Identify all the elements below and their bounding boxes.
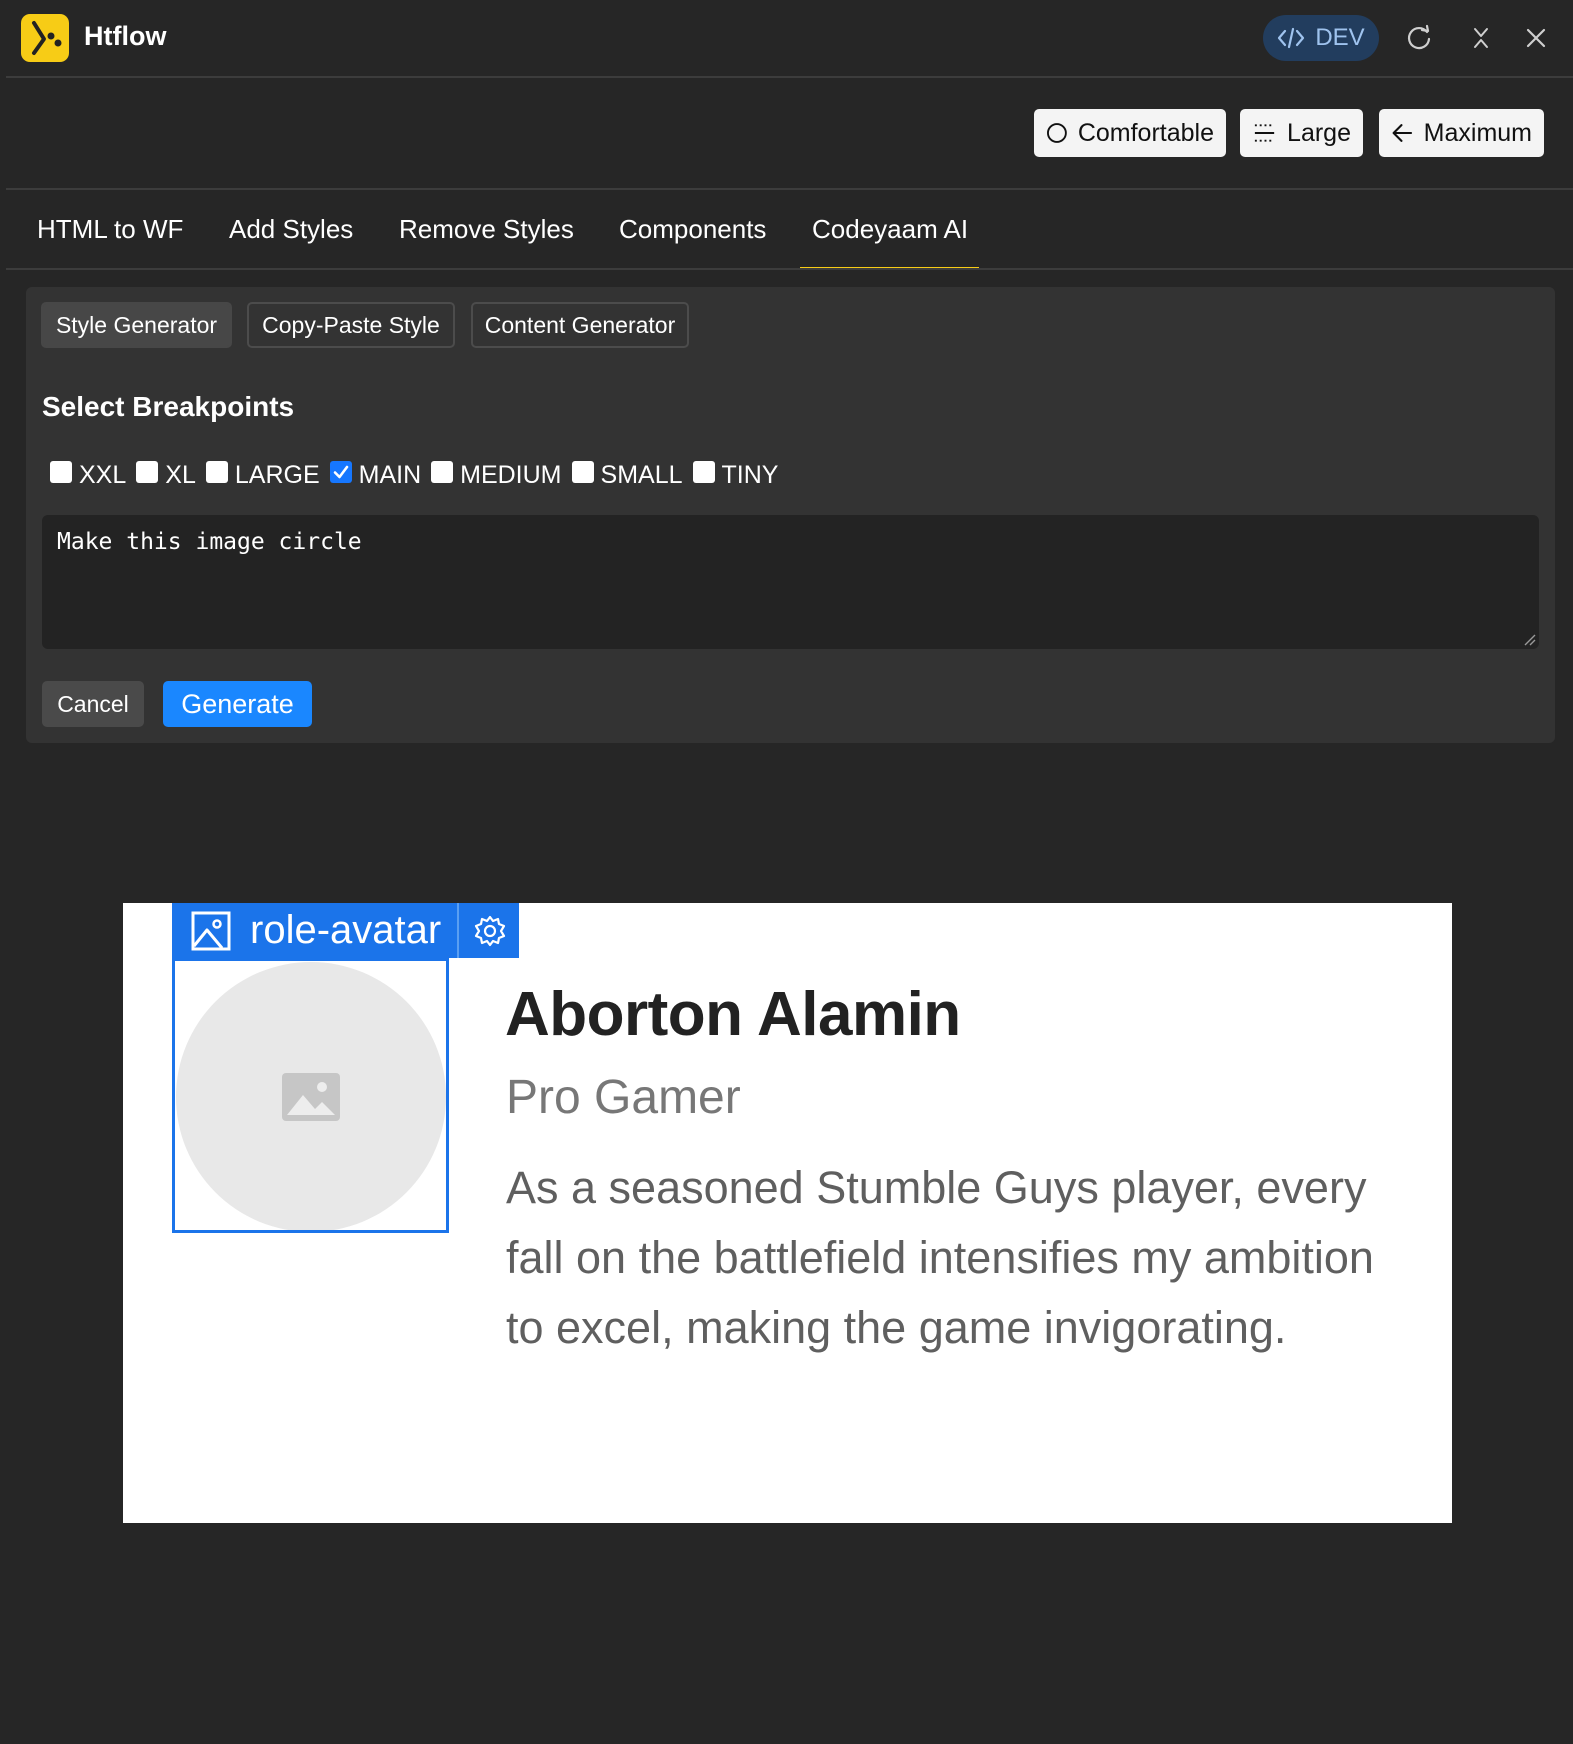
- code-icon: [1278, 27, 1305, 49]
- breakpoint-main-label: MAIN: [358, 460, 422, 489]
- close-button[interactable]: [1520, 22, 1552, 54]
- breakpoint-xl-checkbox[interactable]: [136, 461, 159, 483]
- cancel-button[interactable]: Cancel: [42, 681, 144, 727]
- element-settings-button[interactable]: [459, 914, 519, 948]
- subtab-content-generator[interactable]: Content Generator: [471, 302, 689, 348]
- breakpoints-heading: Select Breakpoints: [42, 391, 295, 422]
- subtab-style-generator[interactable]: Style Generator: [41, 302, 232, 348]
- breakpoint-medium-label: MEDIUM: [460, 460, 562, 489]
- maximum-size-button[interactable]: Maximum: [1379, 109, 1544, 157]
- generate-button[interactable]: Generate: [163, 681, 312, 727]
- tabs-divider: [6, 268, 1573, 270]
- comfortable-label: Comfortable: [1077, 118, 1214, 147]
- circle-icon: [1047, 123, 1067, 143]
- maximum-label: Maximum: [1423, 118, 1532, 147]
- codeyaam-ai-panel: Style Generator Copy-Paste Style Content…: [26, 287, 1555, 743]
- dev-mode-badge[interactable]: DEV: [1263, 15, 1379, 61]
- selected-element-tag[interactable]: role-avatar: [172, 903, 520, 958]
- comfortable-density-button[interactable]: Comfortable: [1034, 109, 1226, 157]
- breakpoint-tiny-checkbox[interactable]: [692, 461, 715, 483]
- large-size-button[interactable]: Large: [1240, 109, 1363, 157]
- tab-remove-styles[interactable]: Remove Styles: [399, 214, 574, 245]
- title-bar: Htflow DEV: [0, 0, 1573, 76]
- breakpoint-tiny-label: TINY: [721, 460, 779, 489]
- resize-grip-icon[interactable]: [1522, 632, 1536, 646]
- breakpoint-xl[interactable]: XL: [136, 461, 196, 490]
- tab-codeyaam-ai[interactable]: Codeyaam AI: [812, 214, 968, 245]
- prompt-textarea[interactable]: Make this image circle: [42, 515, 1539, 649]
- refresh-icon: [1407, 24, 1431, 50]
- breakpoint-small-checkbox[interactable]: [571, 461, 594, 483]
- refresh-button[interactable]: [1403, 22, 1435, 54]
- lines-icon: [1254, 124, 1275, 142]
- profile-name: Aborton Alamin: [505, 980, 961, 1049]
- breakpoint-large-label: LARGE: [234, 460, 320, 489]
- profile-bio: As a seasoned Stumble Guys player, every…: [506, 1162, 1374, 1353]
- tab-add-styles[interactable]: Add Styles: [229, 214, 353, 245]
- breakpoint-large-checkbox[interactable]: [205, 461, 228, 483]
- large-label: Large: [1287, 118, 1351, 147]
- breakpoints-list: XXL XL LARGE MAIN MEDIUM SMALL TINY: [50, 459, 788, 491]
- breakpoint-main[interactable]: MAIN: [329, 460, 422, 490]
- dev-mode-label: DEV: [1315, 24, 1365, 51]
- tab-html-to-wf[interactable]: HTML to WF: [37, 214, 183, 245]
- checkmark-icon: [333, 465, 348, 479]
- subtab-copy-paste-style[interactable]: Copy-Paste Style: [247, 302, 455, 348]
- breakpoint-xxl[interactable]: XXL: [50, 461, 126, 490]
- htflow-logo-icon: [21, 14, 69, 62]
- breakpoint-xl-label: XL: [165, 460, 196, 489]
- profile-role: Pro Gamer: [506, 1071, 741, 1124]
- title-divider: [6, 76, 1573, 78]
- collapse-button[interactable]: [1465, 22, 1497, 54]
- image-element-icon: [190, 910, 232, 952]
- breakpoint-small[interactable]: SMALL: [571, 460, 683, 490]
- breakpoint-large[interactable]: LARGE: [205, 460, 320, 490]
- prompt-text: Make this image circle: [57, 529, 362, 555]
- breakpoint-xxl-label: XXL: [79, 460, 127, 489]
- selection-outline: [172, 958, 449, 1233]
- breakpoint-xxl-checkbox[interactable]: [50, 461, 72, 483]
- selected-element-class: role-avatar: [250, 908, 442, 952]
- htflow-app-window: Htflow DEV Comfortable Large Maximum HTM…: [0, 0, 1573, 1744]
- gear-icon: [475, 915, 506, 946]
- canvas-preview: role-avatar Aborton Alamin Pro Gamer As …: [123, 903, 1452, 1523]
- app-title: Htflow: [84, 21, 167, 51]
- breakpoint-tiny[interactable]: TINY: [692, 460, 779, 490]
- close-icon: [1526, 28, 1546, 48]
- breakpoint-small-label: SMALL: [600, 460, 683, 489]
- breakpoint-medium-checkbox[interactable]: [431, 461, 454, 483]
- breakpoint-main-checkbox[interactable]: [329, 461, 352, 483]
- toolbar-divider: [6, 188, 1573, 190]
- tab-components[interactable]: Components: [619, 214, 766, 245]
- collapse-icon: [1474, 28, 1488, 48]
- arrow-left-icon: [1392, 124, 1413, 142]
- breakpoint-medium[interactable]: MEDIUM: [431, 460, 562, 490]
